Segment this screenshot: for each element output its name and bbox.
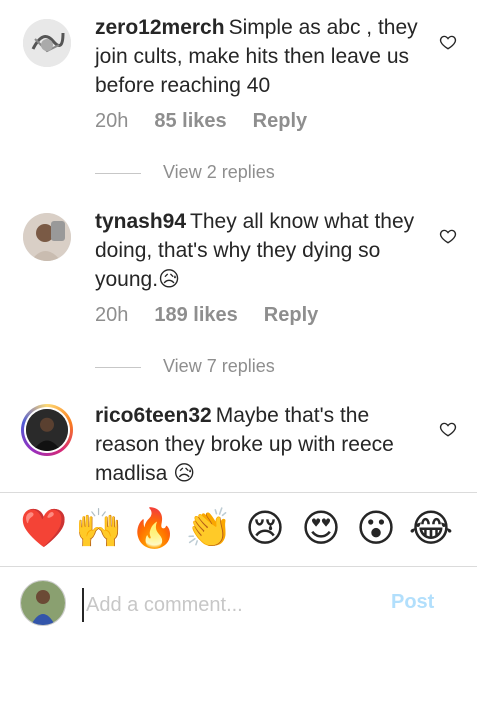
- view-replies-label[interactable]: View 7 replies: [163, 356, 275, 376]
- likes-count[interactable]: 189 likes: [154, 304, 237, 326]
- divider: [0, 566, 477, 567]
- comment-text: tynash94 They all know what they doing, t…: [95, 207, 420, 294]
- username[interactable]: zero12merch: [95, 16, 225, 39]
- username[interactable]: tynash94: [95, 210, 186, 233]
- reply-button[interactable]: Reply: [264, 304, 318, 326]
- comment-text: rico6teen32 Maybe that's the reason they …: [95, 401, 420, 488]
- surprised-emoji-button[interactable]: 😮: [353, 505, 399, 551]
- crying-emoji: 😥: [158, 268, 180, 291]
- comment-input[interactable]: [82, 588, 378, 622]
- reply-button[interactable]: Reply: [253, 110, 307, 132]
- post-button[interactable]: Post: [391, 591, 434, 614]
- timestamp: 20h: [95, 304, 129, 326]
- heart-icon[interactable]: [439, 33, 457, 51]
- view-replies-label[interactable]: View 2 replies: [163, 162, 275, 182]
- crying-emoji: 😥: [173, 462, 196, 485]
- avatar[interactable]: [21, 404, 73, 456]
- fire-emoji-button[interactable]: 🔥: [130, 505, 177, 551]
- avatar[interactable]: [23, 213, 71, 261]
- heart-emoji-button[interactable]: ❤️: [20, 505, 67, 551]
- heart-icon[interactable]: [439, 227, 457, 245]
- likes-count[interactable]: 85 likes: [154, 110, 226, 132]
- avatar[interactable]: [23, 19, 71, 67]
- divider-line: [95, 366, 141, 368]
- heart-eyes-emoji-button[interactable]: 😍: [298, 505, 344, 551]
- heart-icon[interactable]: [439, 420, 457, 438]
- laughing-emoji-button[interactable]: 😂: [408, 505, 454, 551]
- timestamp: 20h: [95, 110, 129, 132]
- emoji-reaction-bar: ❤️ 🙌 🔥 👏 😢 😍 😮 😂: [0, 505, 477, 559]
- clapping-emoji-button[interactable]: 👏: [185, 505, 232, 551]
- comment-meta: 20h 85 likes Reply: [95, 110, 333, 133]
- comment-text: zero12merch Simple as abc , they join cul…: [95, 13, 420, 100]
- divider: [0, 492, 477, 493]
- user-avatar: [20, 580, 66, 626]
- view-replies[interactable]: View 2 replies: [95, 162, 275, 182]
- view-replies[interactable]: View 7 replies: [95, 356, 275, 376]
- crying-emoji-button[interactable]: 😢: [242, 505, 288, 551]
- username[interactable]: rico6teen32: [95, 404, 212, 427]
- comment-meta: 20h 189 likes Reply: [95, 304, 344, 327]
- raising-hands-emoji-button[interactable]: 🙌: [75, 505, 122, 551]
- divider-line: [95, 172, 141, 174]
